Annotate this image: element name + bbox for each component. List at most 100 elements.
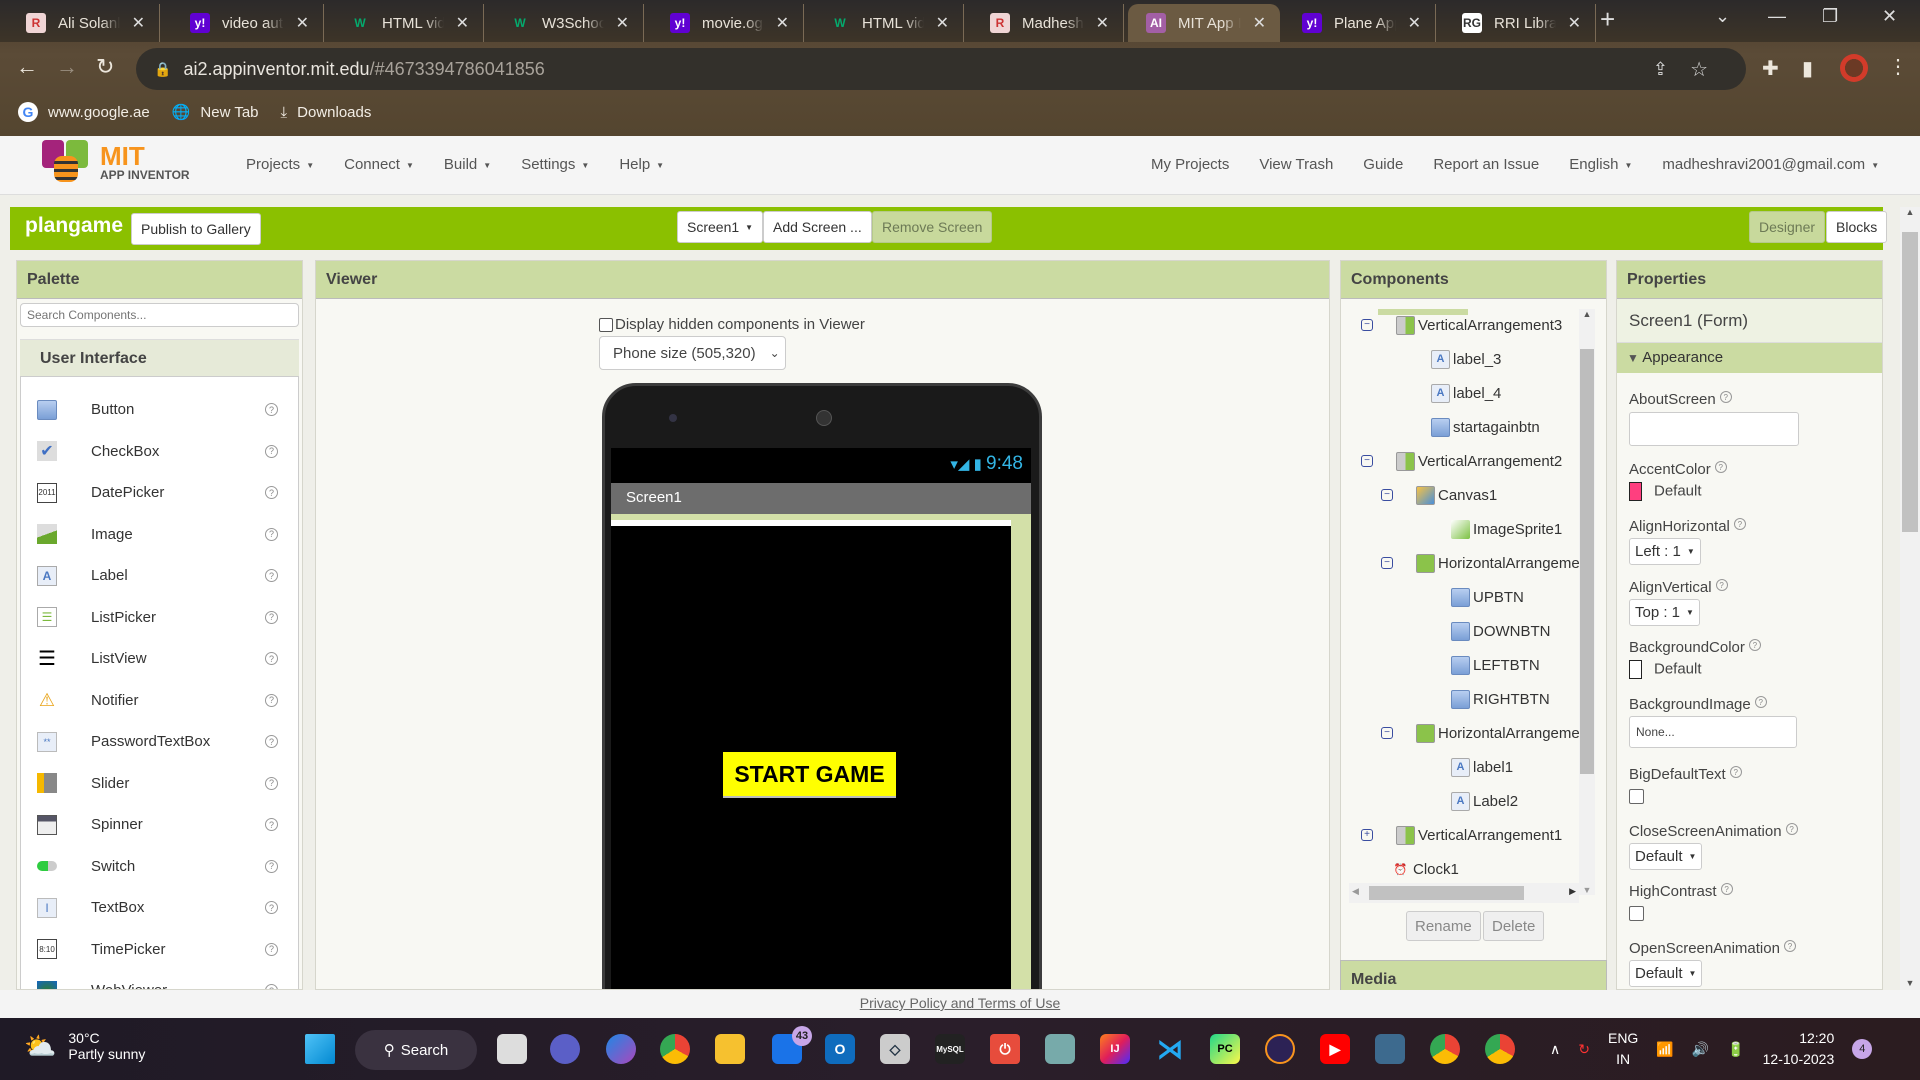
screen-select[interactable]: Screen1 ▼	[677, 211, 764, 243]
palette-item-listpicker[interactable]: ☰ ListPicker?	[21, 597, 298, 639]
about-screen-textarea[interactable]	[1629, 412, 1799, 446]
power-app-icon[interactable]: ⏻	[990, 1034, 1020, 1064]
browser-tab[interactable]: WHTML video✕	[812, 4, 964, 42]
taskbar-search[interactable]: ⚲ Search	[355, 1030, 477, 1070]
link-guide[interactable]: Guide	[1363, 156, 1403, 173]
component-tree-item[interactable]: VerticalArrangement1	[1396, 823, 1562, 847]
mysql-workbench-icon[interactable]	[1375, 1034, 1405, 1064]
help-icon[interactable]: ?	[265, 859, 278, 873]
help-icon[interactable]: ?	[265, 403, 278, 417]
palette-item-label[interactable]: A Label?	[21, 555, 298, 597]
help-icon[interactable]: ?	[265, 569, 278, 583]
close-tab-icon[interactable]: ✕	[616, 13, 629, 33]
tab-search-icon[interactable]: ⌄	[1715, 6, 1730, 27]
eclipse-icon[interactable]	[1265, 1034, 1295, 1064]
tree-vertical-scrollbar[interactable]: ▲ ▼	[1579, 309, 1595, 895]
component-tree-item[interactable]: RIGHTBTN	[1451, 687, 1550, 711]
bookmark-downloads[interactable]: ⤓ Downloads	[281, 104, 372, 121]
privacy-terms-link[interactable]: Privacy Policy and Terms of Use	[860, 995, 1060, 1011]
high-contrast-checkbox[interactable]	[1629, 906, 1644, 921]
close-screen-animation-select[interactable]: Default ▼	[1629, 843, 1703, 870]
collapse-icon[interactable]: −	[1381, 727, 1393, 739]
outlook-icon[interactable]: O	[825, 1034, 855, 1064]
palette-item-notifier[interactable]: ⚠ Notifier?	[21, 680, 298, 722]
wifi-icon[interactable]: 📶	[1656, 1041, 1673, 1058]
mysql-shell-icon[interactable]: MySQL	[935, 1034, 965, 1064]
help-icon[interactable]: ?	[265, 693, 278, 707]
link-report-issue[interactable]: Report an Issue	[1433, 156, 1539, 173]
maximize-icon[interactable]: ❐	[1822, 6, 1838, 27]
menu-connect[interactable]: Connect ▼	[344, 156, 414, 173]
big-default-text-checkbox[interactable]	[1629, 789, 1644, 804]
battery-icon[interactable]: 🔋	[1727, 1041, 1744, 1058]
palette-item-listview[interactable]: ☰ ListView?	[21, 638, 298, 680]
collapse-icon[interactable]: −	[1381, 557, 1393, 569]
menu-build[interactable]: Build ▼	[444, 156, 491, 173]
intellij-icon[interactable]: IJ	[1100, 1034, 1130, 1064]
language-menu[interactable]: English ▼	[1569, 156, 1632, 173]
copilot-icon[interactable]	[606, 1034, 636, 1064]
close-tab-icon[interactable]: ✕	[936, 13, 949, 33]
bookmark-google[interactable]: Gwww.google.ae	[18, 102, 150, 122]
add-screen-button[interactable]: Add Screen ...	[763, 211, 872, 243]
browser-tab[interactable]: y!video autoplay✕	[172, 4, 324, 42]
close-tab-icon[interactable]: ✕	[132, 13, 145, 33]
background-color-picker[interactable]: Default	[1629, 660, 1761, 679]
pycharm-icon[interactable]: PC	[1210, 1034, 1240, 1064]
component-tree-item[interactable]: LEFTBTN	[1451, 653, 1540, 677]
screen-canvas-area[interactable]: START GAME	[611, 520, 1011, 989]
start-button[interactable]	[305, 1034, 335, 1064]
extensions-icon[interactable]: ✚	[1762, 56, 1779, 81]
reload-icon[interactable]: ↻	[96, 54, 114, 80]
file-explorer-icon[interactable]	[715, 1034, 745, 1064]
start-game-button[interactable]: START GAME	[723, 752, 896, 798]
align-vertical-select[interactable]: Top : 1 ▼	[1629, 599, 1700, 626]
publish-gallery-button[interactable]: Publish to Gallery	[131, 213, 261, 245]
background-image-picker[interactable]: None...	[1629, 716, 1797, 748]
menu-help[interactable]: Help ▼	[619, 156, 664, 173]
account-menu[interactable]: madheshravi2001@gmail.com ▼	[1662, 156, 1879, 173]
address-bar[interactable]: 🔒 ai2.appinventor.mit.edu/#4673394786041…	[136, 48, 1746, 90]
virtualbox-icon[interactable]: ◇	[880, 1034, 910, 1064]
palette-item-checkbox[interactable]: ✔ CheckBox?	[21, 431, 298, 473]
palette-item-switch[interactable]: Switch?	[21, 846, 298, 888]
display-hidden-checkbox[interactable]	[599, 317, 613, 332]
mit-logo[interactable]: MIT APP INVENTOR	[40, 140, 190, 186]
chevron-up-icon[interactable]: ∧	[1550, 1041, 1560, 1058]
component-tree-item[interactable]: Alabel_3	[1431, 347, 1501, 371]
forward-icon[interactable]: →	[56, 54, 78, 80]
browser-tab[interactable]: RMadheshwaran✕	[972, 4, 1124, 42]
new-tab-button[interactable]: +	[1600, 4, 1615, 35]
notification-count-badge[interactable]: 4	[1852, 1039, 1873, 1059]
palette-item-webviewer[interactable]: WebViewer?	[21, 970, 298, 989]
help-icon[interactable]: ?	[265, 652, 278, 666]
browser-tab[interactable]: AIMIT App Inventor✕	[1128, 4, 1280, 42]
kebab-menu-icon[interactable]: ⋮	[1888, 54, 1908, 79]
back-icon[interactable]: ←	[16, 54, 38, 80]
remove-screen-button[interactable]: Remove Screen	[872, 211, 993, 243]
palette-item-passwordtextbox[interactable]: ** PasswordTextBox?	[21, 721, 298, 763]
chrome-icon[interactable]	[660, 1034, 690, 1064]
link-view-trash[interactable]: View Trash	[1259, 156, 1333, 173]
collapse-icon[interactable]: −	[1381, 489, 1393, 501]
component-tree-item[interactable]: VerticalArrangement3	[1396, 313, 1562, 337]
component-tree-item[interactable]: A Label2	[1451, 789, 1518, 813]
help-icon[interactable]: ?	[265, 818, 278, 832]
side-panel-icon[interactable]: ▮	[1802, 56, 1813, 81]
palette-item-datepicker[interactable]: 2011 DatePicker?	[21, 472, 298, 514]
weather-widget[interactable]: ⛅ 30°C Partly sunny	[24, 1030, 145, 1062]
component-tree-item[interactable]: VerticalArrangement2	[1396, 449, 1562, 473]
browser-tab[interactable]: RAli Solanki✕	[8, 4, 160, 42]
component-tree-item[interactable]: DOWNBTN	[1451, 619, 1551, 643]
chrome-profile-2-icon[interactable]	[1485, 1034, 1515, 1064]
menu-projects[interactable]: Projects ▼	[246, 156, 314, 173]
help-icon[interactable]: ?	[265, 942, 278, 956]
share-icon[interactable]: ⇪	[1653, 59, 1668, 80]
help-icon[interactable]: ?	[265, 486, 278, 500]
sync-status-icon[interactable]: ↻	[1578, 1041, 1590, 1058]
component-tree-item[interactable]: UPBTN	[1451, 585, 1524, 609]
delete-button[interactable]: Delete	[1483, 911, 1545, 941]
minimize-icon[interactable]: —	[1768, 6, 1786, 27]
tree-horizontal-scrollbar[interactable]: ◀ ▶	[1349, 883, 1579, 903]
close-tab-icon[interactable]: ✕	[776, 13, 789, 33]
